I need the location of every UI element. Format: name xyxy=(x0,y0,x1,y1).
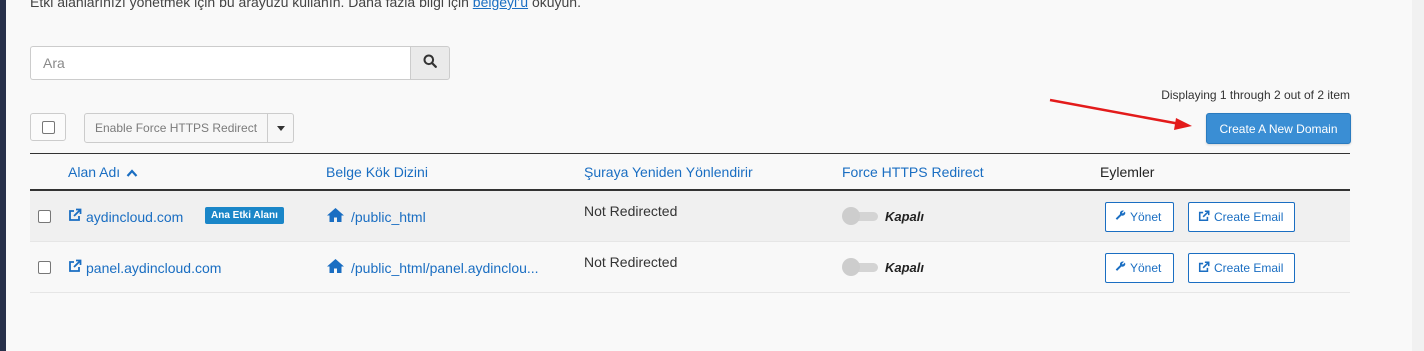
docroot-path: /public_html/panel.aydinclou... xyxy=(351,259,539,276)
external-link-icon xyxy=(1198,261,1210,276)
manage-button[interactable]: Yönet xyxy=(1105,202,1174,232)
create-email-button[interactable]: Create Email xyxy=(1188,253,1295,283)
redirect-status: Not Redirected xyxy=(584,203,678,219)
force-https-status: Kapalı xyxy=(885,209,925,224)
column-header-https[interactable]: Force HTTPS Redirect xyxy=(842,164,984,180)
toggle-knob xyxy=(842,258,860,276)
column-header-redirect[interactable]: Şuraya Yeniden Yönlendirir xyxy=(584,164,753,180)
left-sidebar-edge xyxy=(0,0,6,351)
manage-label: Yönet xyxy=(1130,261,1162,275)
domain-link[interactable]: aydincloud.com xyxy=(68,208,183,225)
search-bar xyxy=(30,46,450,80)
external-link-icon xyxy=(68,208,82,225)
create-email-button[interactable]: Create Email xyxy=(1188,202,1295,232)
intro-text-suffix: okuyun. xyxy=(528,0,581,10)
force-https-status: Kapalı xyxy=(885,260,925,275)
docroot-path: /public_html xyxy=(351,208,426,225)
external-link-icon xyxy=(68,259,82,276)
table-row: aydincloud.com Ana Etki Alanı /public_ht… xyxy=(30,191,1350,242)
create-email-label: Create Email xyxy=(1214,261,1284,275)
domain-name: panel.aydincloud.com xyxy=(86,259,222,276)
enable-force-https-button[interactable]: Enable Force HTTPS Redirect xyxy=(84,113,269,143)
primary-domain-badge: Ana Etki Alanı xyxy=(205,207,284,224)
row-checkbox[interactable] xyxy=(38,210,51,223)
column-header-domain-label: Alan Adı xyxy=(68,164,121,180)
column-header-actions: Eylemler xyxy=(1100,164,1155,180)
intro-text: Etki alanlarınızı yönetmek için bu arayü… xyxy=(30,0,581,10)
docroot-link[interactable]: /public_html/panel.aydinclou... xyxy=(326,258,539,277)
search-button[interactable] xyxy=(410,46,450,80)
wrench-icon xyxy=(1115,261,1126,275)
select-all-checkbox[interactable] xyxy=(30,113,66,141)
column-header-docroot[interactable]: Belge Kök Dizini xyxy=(326,164,428,180)
docroot-link[interactable]: /public_html xyxy=(326,207,426,226)
home-icon xyxy=(326,207,345,226)
bulk-action-group: Enable Force HTTPS Redirect xyxy=(84,113,295,143)
sort-ascending-icon xyxy=(126,165,138,181)
wrench-icon xyxy=(1115,210,1126,224)
create-new-domain-button[interactable]: Create A New Domain xyxy=(1206,113,1351,144)
force-https-toggle[interactable] xyxy=(842,207,878,225)
scrollbar-track[interactable] xyxy=(1412,0,1424,351)
bulk-action-dropdown-toggle[interactable] xyxy=(268,113,295,143)
checkbox-box[interactable] xyxy=(41,120,55,134)
external-link-icon xyxy=(1198,210,1210,225)
domain-name: aydincloud.com xyxy=(86,208,184,225)
domains-table: Alan Adı Belge Kök Dizini Şuraya Yeniden… xyxy=(30,153,1350,293)
create-email-label: Create Email xyxy=(1214,210,1284,224)
domain-link[interactable]: panel.aydincloud.com xyxy=(68,259,221,276)
documentation-link[interactable]: belgeyi’ü xyxy=(473,0,528,10)
toggle-knob xyxy=(842,207,860,225)
table-header: Alan Adı Belge Kök Dizini Şuraya Yeniden… xyxy=(30,153,1350,191)
row-checkbox[interactable] xyxy=(38,261,51,274)
manage-button[interactable]: Yönet xyxy=(1105,253,1174,283)
redirect-status: Not Redirected xyxy=(584,254,678,270)
search-input[interactable] xyxy=(30,46,410,80)
intro-text-body: Etki alanlarınızı yönetmek için bu arayü… xyxy=(30,0,473,10)
manage-label: Yönet xyxy=(1130,210,1162,224)
table-row: panel.aydincloud.com /public_html/panel.… xyxy=(30,242,1350,293)
search-icon xyxy=(423,54,437,73)
caret-down-icon xyxy=(276,125,285,131)
home-icon xyxy=(326,258,345,277)
column-header-domain[interactable]: Alan Adı xyxy=(68,164,138,181)
force-https-toggle[interactable] xyxy=(842,258,878,276)
annotation-arrow-icon xyxy=(1049,98,1192,130)
